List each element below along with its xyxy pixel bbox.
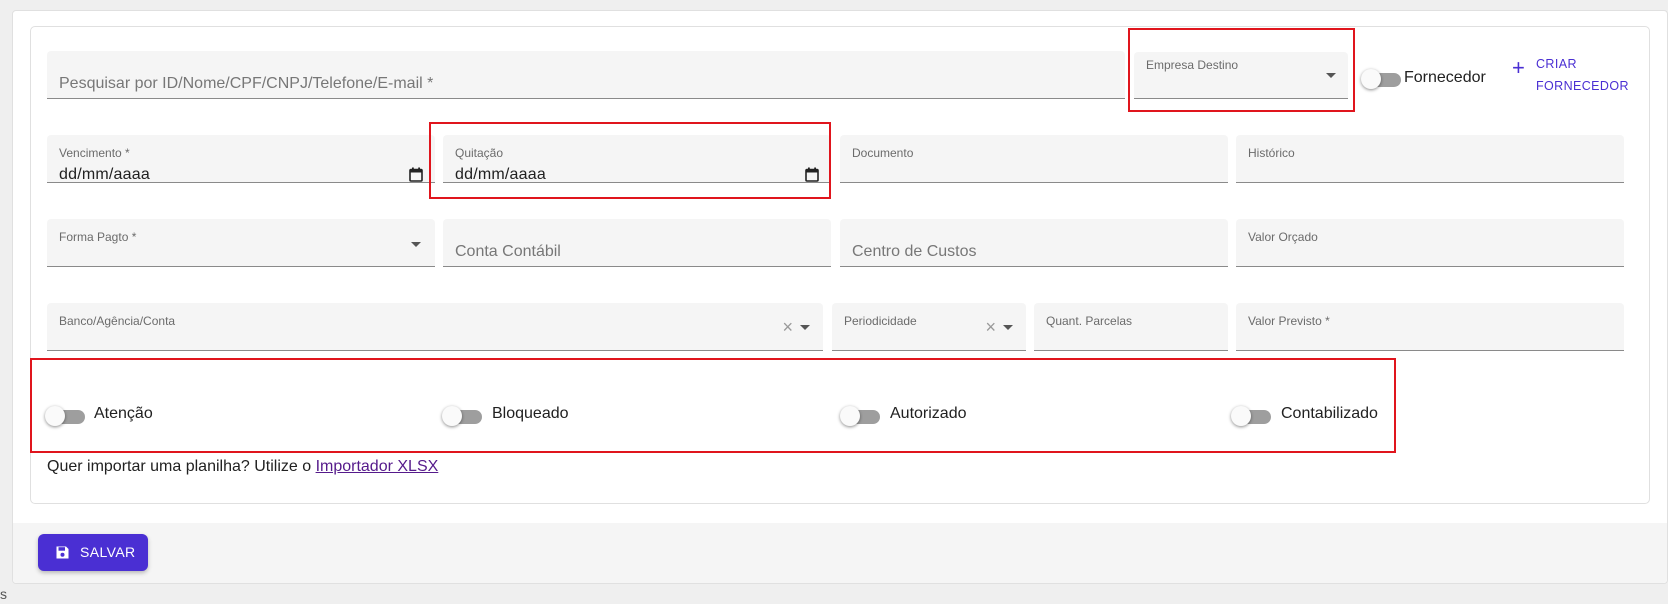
importador-xlsx-link[interactable]: Importador XLSX xyxy=(316,458,439,475)
chevron-down-icon xyxy=(411,242,421,247)
contabilizado-toggle[interactable] xyxy=(1231,404,1271,426)
bloqueado-label: Bloqueado xyxy=(492,405,569,422)
bloqueado-toggle[interactable] xyxy=(442,404,482,426)
autorizado-toggle[interactable] xyxy=(840,404,880,426)
search-input[interactable]: Pesquisar por ID/Nome/CPF/CNPJ/Telefone/… xyxy=(47,51,1125,99)
valor-previsto-label: Valor Previsto * xyxy=(1248,314,1330,328)
calendar-icon[interactable] xyxy=(409,167,423,182)
historico-label: Histórico xyxy=(1248,146,1295,160)
documento-input[interactable]: Documento xyxy=(840,135,1228,183)
toggle-thumb xyxy=(442,406,462,426)
criar-label-line1: CRIAR xyxy=(1536,57,1577,71)
centro-custos-input[interactable]: Centro de Custos xyxy=(840,219,1228,267)
banco-label: Banco/Agência/Conta xyxy=(59,314,176,328)
valor-previsto-input[interactable]: Valor Previsto * xyxy=(1236,303,1624,351)
quant-parcelas-label: Quant. Parcelas xyxy=(1046,314,1133,328)
chevron-down-icon xyxy=(1003,325,1013,330)
criar-fornecedor-label: CRIAR FORNECEDOR xyxy=(1536,53,1646,97)
highlight-toggles xyxy=(30,358,1396,453)
plus-icon: + xyxy=(1512,55,1525,80)
conta-contabil-placeholder: Conta Contábil xyxy=(455,243,561,260)
form-footer xyxy=(13,523,1667,583)
clear-icon[interactable]: × xyxy=(782,318,793,336)
atencao-toggle[interactable] xyxy=(45,404,85,426)
toggle-thumb xyxy=(1361,69,1381,89)
forma-pagto-label: Forma Pagto * xyxy=(59,230,137,244)
contabilizado-label: Contabilizado xyxy=(1281,405,1378,422)
save-button-label: SALVAR xyxy=(80,544,136,560)
toggle-thumb xyxy=(840,406,860,426)
autorizado-label: Autorizado xyxy=(890,405,967,422)
banco-select[interactable]: Banco/Agência/Conta × xyxy=(47,303,823,351)
chevron-down-icon xyxy=(800,325,810,330)
vencimento-date-input[interactable]: Vencimento * dd/mm/aaaa xyxy=(47,135,435,183)
historico-input[interactable]: Histórico xyxy=(1236,135,1624,183)
centro-custos-placeholder: Centro de Custos xyxy=(852,243,977,260)
fornecedor-toggle[interactable] xyxy=(1361,67,1401,89)
atencao-label: Atenção xyxy=(94,405,153,422)
quant-parcelas-input[interactable]: Quant. Parcelas xyxy=(1034,303,1228,351)
periodicidade-select[interactable]: Periodicidade × xyxy=(832,303,1026,351)
criar-fornecedor-button[interactable]: + CRIAR FORNECEDOR xyxy=(1512,53,1632,95)
import-text: Quer importar uma planilha? Utilize o xyxy=(47,458,316,475)
periodicidade-label: Periodicidade xyxy=(844,314,917,328)
documento-label: Documento xyxy=(852,146,914,160)
valor-orcado-label: Valor Orçado xyxy=(1248,230,1318,244)
vencimento-label: Vencimento * xyxy=(59,146,130,160)
valor-orcado-input[interactable]: Valor Orçado xyxy=(1236,219,1624,267)
highlight-empresa-destino xyxy=(1128,28,1355,112)
save-button[interactable]: SALVAR xyxy=(38,534,148,571)
conta-contabil-input[interactable]: Conta Contábil xyxy=(443,219,831,267)
toggle-thumb xyxy=(1231,406,1251,426)
clear-icon[interactable]: × xyxy=(985,318,996,336)
save-icon xyxy=(56,546,69,559)
import-hint: Quer importar uma planilha? Utilize o Im… xyxy=(47,458,438,476)
highlight-quitacao xyxy=(429,122,831,199)
criar-label-line2: FORNECEDOR xyxy=(1536,79,1629,93)
search-placeholder: Pesquisar por ID/Nome/CPF/CNPJ/Telefone/… xyxy=(59,75,434,92)
vencimento-value: dd/mm/aaaa xyxy=(59,166,150,183)
toggle-thumb xyxy=(45,406,65,426)
forma-pagto-select[interactable]: Forma Pagto * xyxy=(47,219,435,267)
stray-text: s xyxy=(0,586,7,602)
fornecedor-label: Fornecedor xyxy=(1404,69,1486,86)
